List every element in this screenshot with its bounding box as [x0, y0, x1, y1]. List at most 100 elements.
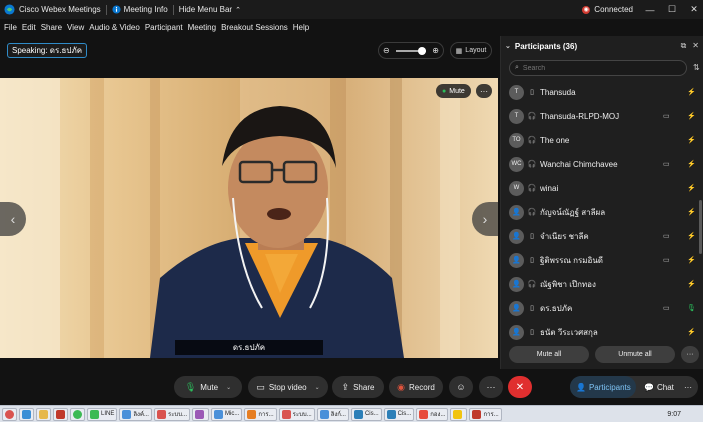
menu-view[interactable]: View — [67, 23, 84, 32]
participant-row[interactable]: T ▯ Thansuda ⚡ — [501, 80, 703, 104]
quicklaunch-chrome[interactable] — [70, 407, 85, 421]
participant-row[interactable]: 👤 🎧 ณัฐพิชา เป๊กทอง ⚡ — [501, 272, 703, 296]
menu-meeting[interactable]: Meeting — [188, 23, 216, 32]
meeting-controls-bar: 🎙 Mute ⌄ ▭ Stop video ⌄ ⇪ Share ◉ Record… — [0, 369, 703, 405]
more-panels-button[interactable]: ··· — [678, 376, 698, 398]
zoom-slider-knob[interactable] — [418, 46, 426, 55]
quicklaunch-app[interactable] — [53, 407, 68, 421]
panel-scrollbar[interactable] — [699, 200, 702, 254]
participants-panel-header[interactable]: ⌄ Participants (36) ⧉ ✕ — [501, 36, 703, 56]
headset-icon: 🎧 — [527, 185, 537, 192]
taskbar-task[interactable]: ระบบ... — [278, 407, 315, 421]
avatar: 👤 — [509, 276, 524, 292]
close-window-button[interactable]: ✕ — [689, 4, 699, 15]
hide-menu-bar-button[interactable]: Hide Menu Bar ⌃ — [179, 5, 241, 14]
participant-row[interactable]: 👤 ▯ ธนัต วีระเวศสกุล ⚡ — [501, 320, 703, 344]
participant-row[interactable]: 👤 ▯ ฐิติพรรณ กรมอินดี ▭ ⚡ — [501, 248, 703, 272]
meeting-info-button[interactable]: Meeting Info — [112, 5, 168, 14]
taskbar-task[interactable]: Cis... — [350, 407, 382, 421]
zoom-out-icon[interactable]: ⊖ — [383, 46, 390, 55]
share-button[interactable]: ⇪ Share — [332, 376, 384, 398]
avatar: WC — [509, 156, 524, 172]
chevron-down-icon[interactable]: ⌄ — [226, 384, 231, 391]
taskbar-task[interactable]: Cis... — [383, 407, 415, 421]
tab-chat[interactable]: 💬 Chat — [638, 376, 678, 398]
layout-button[interactable]: ▦ Layout — [450, 42, 492, 59]
quicklaunch-folder[interactable] — [36, 407, 51, 421]
menu-edit[interactable]: Edit — [22, 23, 36, 32]
reactions-button[interactable]: ☺ — [449, 376, 473, 398]
app-icon — [122, 409, 132, 419]
zoom-in-icon[interactable]: ⊕ — [432, 46, 439, 55]
microphone-muted-icon[interactable]: ⚡ — [687, 160, 696, 168]
participant-row[interactable]: 👤 🎧 กัญจน์ณัฏฐ์ สาลีผล ⚡ — [501, 200, 703, 224]
taskbar-task[interactable] — [192, 407, 210, 421]
record-button[interactable]: ◉ Record — [389, 376, 443, 398]
microphone-muted-icon[interactable]: ⚡ — [687, 112, 696, 120]
mute-all-button[interactable]: Mute all — [509, 346, 589, 363]
chevron-down-icon[interactable]: ⌄ — [505, 42, 511, 50]
microphone-muted-icon[interactable]: ⚡ — [687, 328, 696, 336]
participant-row[interactable]: 👤 ▯ ดร.ธปภัค ▭ 🎙 — [501, 296, 703, 320]
microphone-muted-icon[interactable]: ⚡ — [687, 88, 696, 96]
microphone-muted-icon[interactable]: ⚡ — [687, 256, 696, 264]
video-mute-button[interactable]: ● Mute — [436, 84, 471, 98]
quicklaunch-ie[interactable] — [19, 407, 34, 421]
taskbar-task[interactable]: ลิงก์... — [316, 407, 349, 421]
taskbar-task[interactable] — [450, 407, 468, 421]
taskbar-task[interactable]: ลิงค์... — [119, 407, 152, 421]
unmute-all-button[interactable]: Unmute all — [595, 346, 675, 363]
pop-out-icon[interactable]: ⧉ — [681, 41, 687, 51]
app-icon — [472, 409, 482, 419]
stop-video-button[interactable]: ▭ Stop video ⌄ — [248, 376, 328, 398]
menu-audio-video[interactable]: Audio & Video — [89, 23, 140, 32]
menu-bar: File Edit Share View Audio & Video Parti… — [0, 19, 703, 36]
record-label: Record — [409, 382, 435, 392]
record-icon: ◉ — [397, 381, 406, 392]
taskbar-task[interactable]: กอง... — [416, 407, 449, 421]
participant-row[interactable]: W 🎧 winai ⚡ — [501, 176, 703, 200]
microphone-muted-icon[interactable]: ⚡ — [687, 208, 696, 216]
leave-meeting-button[interactable]: ✕ — [508, 376, 532, 398]
menu-participant[interactable]: Participant — [145, 23, 183, 32]
menu-breakout-sessions[interactable]: Breakout Sessions — [221, 23, 288, 32]
microphone-muted-icon[interactable]: ⚡ — [687, 280, 696, 288]
menu-file[interactable]: File — [4, 23, 17, 32]
taskbar-task[interactable]: การ... — [469, 407, 502, 421]
mic-icon: ● — [442, 87, 447, 95]
participant-search-input[interactable] — [522, 64, 663, 72]
menu-share[interactable]: Share — [41, 23, 62, 32]
participant-row[interactable]: T 🎧 Thansuda-RLPD-MOJ ▭ ⚡ — [501, 104, 703, 128]
maximize-button[interactable]: ☐ — [667, 4, 677, 15]
taskbar-task[interactable]: ระบบ... — [153, 407, 191, 421]
connection-status[interactable]: ◉ Connected — [582, 5, 633, 14]
taskbar-task[interactable]: Mic... — [211, 407, 243, 421]
microphone-muted-icon[interactable]: ⚡ — [687, 184, 696, 192]
start-button[interactable] — [2, 407, 17, 421]
avatar: T — [509, 84, 524, 100]
zoom-slider[interactable] — [396, 46, 426, 55]
minimize-button[interactable]: — — [645, 5, 655, 15]
participant-search[interactable]: ⌕ — [509, 60, 687, 76]
participant-row[interactable]: 👤 ▯ จำเนียร ชาลีค ▭ ⚡ — [501, 224, 703, 248]
participant-row[interactable]: TO 🎧 The one ⚡ — [501, 128, 703, 152]
taskbar-task[interactable]: LINE — [87, 407, 118, 421]
tab-participants[interactable]: 👤 Participants — [570, 376, 636, 398]
panel-more-button[interactable]: ··· — [681, 346, 699, 363]
participant-row[interactable]: WC 🎧 Wanchai Chimchavee ▭ ⚡ — [501, 152, 703, 176]
microphone-icon[interactable]: 🎙 — [687, 304, 696, 312]
mute-button[interactable]: 🎙 Mute ⌄ — [174, 376, 242, 398]
close-panel-icon[interactable]: ✕ — [692, 41, 699, 51]
microphone-muted-icon[interactable]: ⚡ — [687, 136, 696, 144]
microphone-muted-icon[interactable]: ⚡ — [687, 232, 696, 240]
chevron-down-icon[interactable]: ⌄ — [315, 384, 320, 391]
more-options-button[interactable]: ··· — [479, 376, 503, 398]
video-camera-icon: ▭ — [663, 257, 670, 264]
menu-help[interactable]: Help — [293, 23, 309, 32]
taskbar-task[interactable]: การ... — [244, 407, 277, 421]
next-video-button[interactable]: › — [472, 202, 498, 236]
phone-icon: ▯ — [530, 257, 534, 264]
sort-icon[interactable]: ⇅ — [693, 63, 700, 72]
video-zoom-control[interactable]: ⊖ ⊕ — [378, 42, 444, 59]
video-more-options-button[interactable]: ··· — [476, 84, 492, 98]
